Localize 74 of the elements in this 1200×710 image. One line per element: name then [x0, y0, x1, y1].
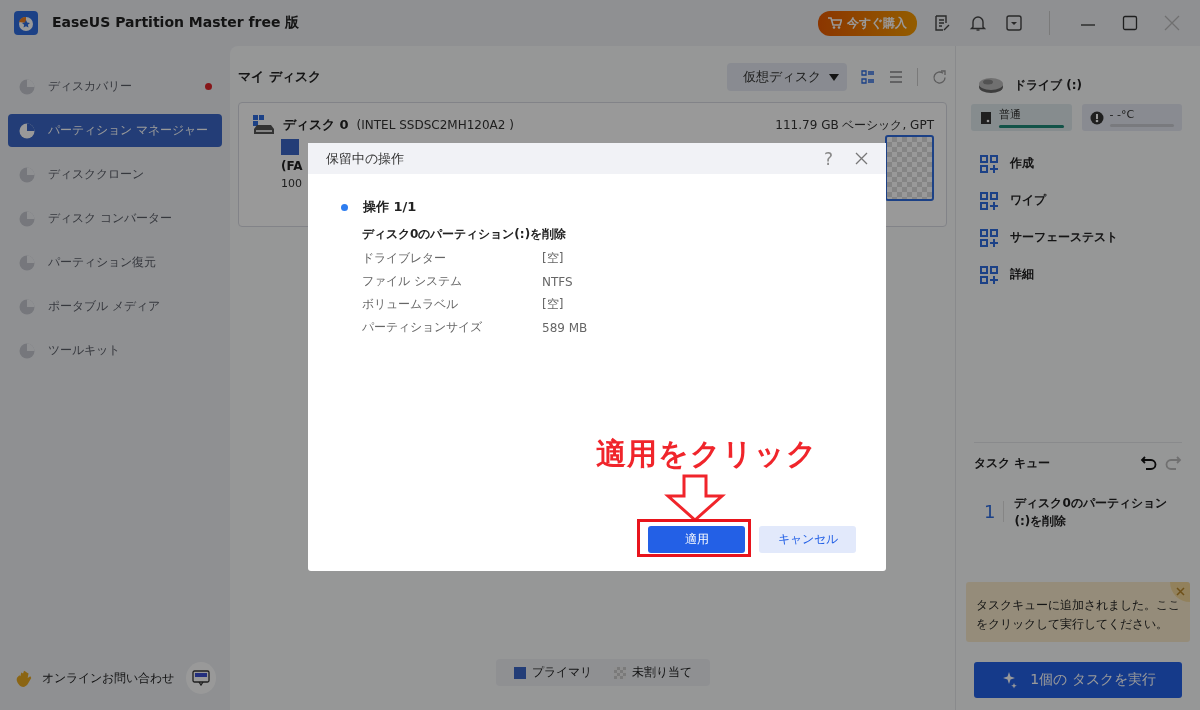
- cart-icon: [828, 17, 842, 29]
- action-icon: [980, 265, 998, 284]
- property-label: ファイル システム: [362, 273, 463, 290]
- legend-label: 未割り当て: [631, 664, 692, 681]
- primary-swatch: [513, 666, 526, 679]
- maximize-icon[interactable]: [1122, 15, 1138, 31]
- menu-item-icon: [18, 341, 36, 360]
- sidebar-item[interactable]: パーティション マネージャー: [8, 114, 222, 147]
- property-value: [空]: [542, 250, 564, 267]
- property-value: NTFS: [542, 274, 573, 289]
- operation-description: ディスク0のパーティション(:)を削除: [362, 226, 568, 243]
- legend-label: プライマリ: [531, 664, 592, 681]
- task-queue-title: タスク キュー: [974, 454, 1051, 472]
- drive-icon: [978, 76, 1004, 94]
- virtual-disk-dropdown[interactable]: 仮想ディスク: [727, 63, 847, 91]
- notes-icon[interactable]: [933, 14, 951, 32]
- close-icon: [1175, 587, 1185, 597]
- list-view-icon[interactable]: [889, 70, 903, 84]
- menu-item-icon: [18, 297, 36, 316]
- action-icon: [980, 191, 998, 210]
- property-value: 589 MB: [542, 320, 588, 335]
- undo-icon[interactable]: [1140, 455, 1158, 472]
- chat-icon: [191, 670, 210, 686]
- disk-health-icon: [979, 110, 993, 125]
- menu-item-icon: [18, 77, 36, 96]
- buy-now-button[interactable]: 今すぐ購入: [818, 10, 917, 36]
- property-label: ドライブレター: [362, 250, 447, 267]
- window-title: EaseUS Partition Master free 版: [52, 14, 300, 32]
- disk-info: 111.79 GB ベーシック, GPT: [775, 116, 934, 134]
- tooltip[interactable]: タスクキューに追加されました。ここをクリックして実行してください。: [966, 581, 1190, 642]
- disk-icon: [253, 115, 275, 135]
- operation-title: 操作 1/1: [363, 198, 417, 216]
- property-value: [空]: [542, 296, 564, 313]
- online-support-link[interactable]: オンラインお問い合わせ: [41, 669, 174, 687]
- down-arrow-icon: [664, 474, 726, 522]
- app-logo-icon: [14, 11, 38, 35]
- property-label: ボリュームラベル: [362, 296, 459, 313]
- cancel-button[interactable]: キャンセル: [759, 526, 856, 553]
- task-description: ディスク0のパーティション(:)を削除: [1014, 494, 1168, 530]
- menu-item-icon: [18, 165, 36, 184]
- dialog-title: 保留中の操作: [326, 149, 404, 168]
- disk-name: ディスク 0: [283, 116, 349, 134]
- action-icon: [980, 228, 998, 247]
- temperature-status: - -°C: [1081, 104, 1182, 131]
- action-item[interactable]: 作成: [974, 145, 1182, 182]
- health-status: 普通: [971, 104, 1072, 131]
- bell-icon[interactable]: [969, 14, 987, 32]
- action-item[interactable]: サーフェーステスト: [974, 219, 1182, 256]
- close-icon[interactable]: [855, 152, 868, 165]
- property-label: パーティションサイズ: [362, 319, 483, 336]
- dropdown-menu-icon[interactable]: [1005, 14, 1023, 32]
- chat-button[interactable]: [185, 662, 216, 694]
- card-view-icon[interactable]: [861, 70, 875, 84]
- unallocated-partition[interactable]: [885, 135, 934, 201]
- task-number: 1: [984, 501, 1005, 523]
- annotation-text: 適用をクリック: [596, 435, 818, 473]
- refresh-icon[interactable]: [932, 69, 947, 85]
- action-item[interactable]: 詳細: [974, 256, 1182, 293]
- section-title: マイ ディスク: [238, 68, 321, 86]
- partition-label: (FA: [281, 159, 303, 173]
- menu-item-icon: [18, 253, 36, 272]
- menu-item-icon: [18, 209, 36, 228]
- partition-bar: [281, 139, 299, 155]
- bullet-icon: [341, 203, 348, 211]
- run-tasks-button[interactable]: 1個の タスクを実行: [974, 662, 1182, 698]
- disk-model: (INTEL SSDSC2MH120A2 ): [356, 118, 514, 132]
- action-icon: [980, 154, 998, 173]
- drive-name: ドライブ (:): [1014, 76, 1082, 94]
- menu-item-icon: [18, 121, 36, 140]
- apply-button[interactable]: 適用: [648, 526, 745, 553]
- action-item[interactable]: ワイプ: [974, 182, 1182, 219]
- partition-size: 100: [281, 177, 302, 190]
- help-button[interactable]: ?: [823, 148, 833, 169]
- close-tooltip-button[interactable]: [1170, 581, 1190, 602]
